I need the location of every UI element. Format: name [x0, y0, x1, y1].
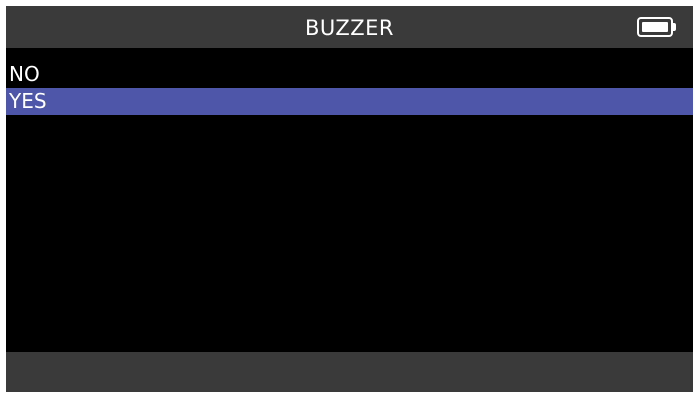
device-screen: BUZZER NO YES	[6, 6, 693, 392]
battery-tip	[673, 23, 676, 31]
screen-title: BUZZER	[304, 16, 395, 40]
battery-full-icon	[637, 17, 676, 37]
option-label: NO	[9, 62, 40, 86]
option-yes[interactable]: YES	[6, 88, 693, 115]
battery-body	[637, 17, 673, 37]
option-label: YES	[9, 89, 47, 113]
battery-fill	[642, 22, 668, 32]
footer-bar	[6, 352, 693, 392]
title-bar: BUZZER	[6, 6, 693, 48]
option-no[interactable]: NO	[6, 61, 693, 88]
option-list: NO YES	[6, 61, 693, 115]
